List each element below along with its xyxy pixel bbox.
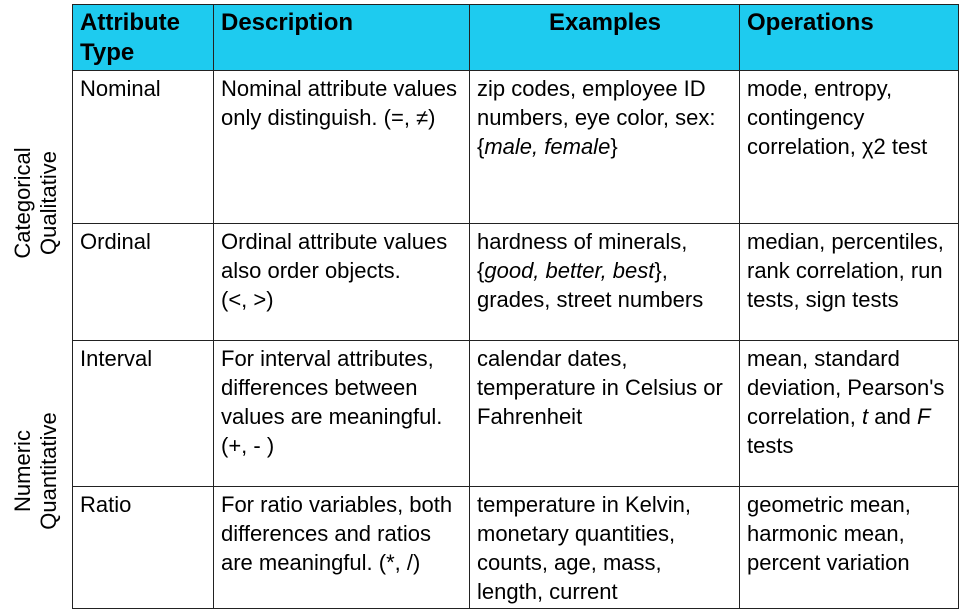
table-row-ratio: Ratio For ratio variables, both differen…: [72, 486, 959, 609]
cell-description-nominal: Nominal attribute values only distinguis…: [213, 70, 470, 224]
side-label-numeric-line2: Quantitative: [36, 412, 61, 530]
cell-operations-interval: mean, standard deviation, Pearson's corr…: [739, 340, 959, 487]
examples-nominal-close: }: [610, 134, 618, 159]
table-row-ordinal: Ordinal Ordinal attribute values also or…: [72, 223, 959, 341]
side-label-numeric: Numeric Quantitative: [0, 338, 72, 604]
cell-examples-interval: calendar dates, temperature in Celsius o…: [469, 340, 740, 487]
cell-type-ratio: Ratio: [72, 486, 214, 609]
examples-nominal-italic: male, female: [484, 134, 611, 159]
header-operations: Operations: [739, 4, 959, 71]
examples-ordinal-italic: good, better, best: [484, 258, 655, 283]
header-attribute-type: Attribute Type: [72, 4, 214, 71]
cell-description-ordinal: Ordinal attribute values also order obje…: [213, 223, 470, 341]
cell-type-nominal: Nominal: [72, 70, 214, 224]
cell-examples-ratio: temperature in Kelvin, monetary quantiti…: [469, 486, 740, 609]
cell-operations-ordinal: median, percentiles, rank correlation, r…: [739, 223, 959, 341]
table-row-interval: Interval For interval attributes, differ…: [72, 340, 959, 487]
cell-examples-ordinal: hardness of minerals, {good, better, bes…: [469, 223, 740, 341]
cell-operations-nominal: mode, entropy, contingency correlation, …: [739, 70, 959, 224]
side-label-categorical: Categorical Qualitative: [0, 70, 72, 336]
side-label-numeric-line1: Numeric: [10, 430, 35, 512]
header-description: Description: [213, 4, 470, 71]
table-row-nominal: Nominal Nominal attribute values only di…: [72, 70, 959, 224]
operations-interval-f: F: [917, 404, 931, 429]
cell-operations-ratio: geometric mean, harmonic mean, percent v…: [739, 486, 959, 609]
cell-description-interval: For interval attributes, differences bet…: [213, 340, 470, 487]
table-header-row: Attribute Type Description Examples Oper…: [72, 4, 959, 71]
cell-type-ordinal: Ordinal: [72, 223, 214, 341]
attribute-types-table: Attribute Type Description Examples Oper…: [72, 4, 959, 609]
cell-description-ratio: For ratio variables, both differences an…: [213, 486, 470, 609]
operations-interval-and: and: [868, 404, 918, 429]
side-label-categorical-line2: Qualitative: [36, 151, 61, 255]
header-examples: Examples: [469, 4, 740, 71]
operations-interval-tests: tests: [747, 433, 794, 458]
side-label-categorical-line1: Categorical: [10, 147, 35, 259]
cell-type-interval: Interval: [72, 340, 214, 487]
cell-examples-nominal: zip codes, employee ID numbers, eye colo…: [469, 70, 740, 224]
